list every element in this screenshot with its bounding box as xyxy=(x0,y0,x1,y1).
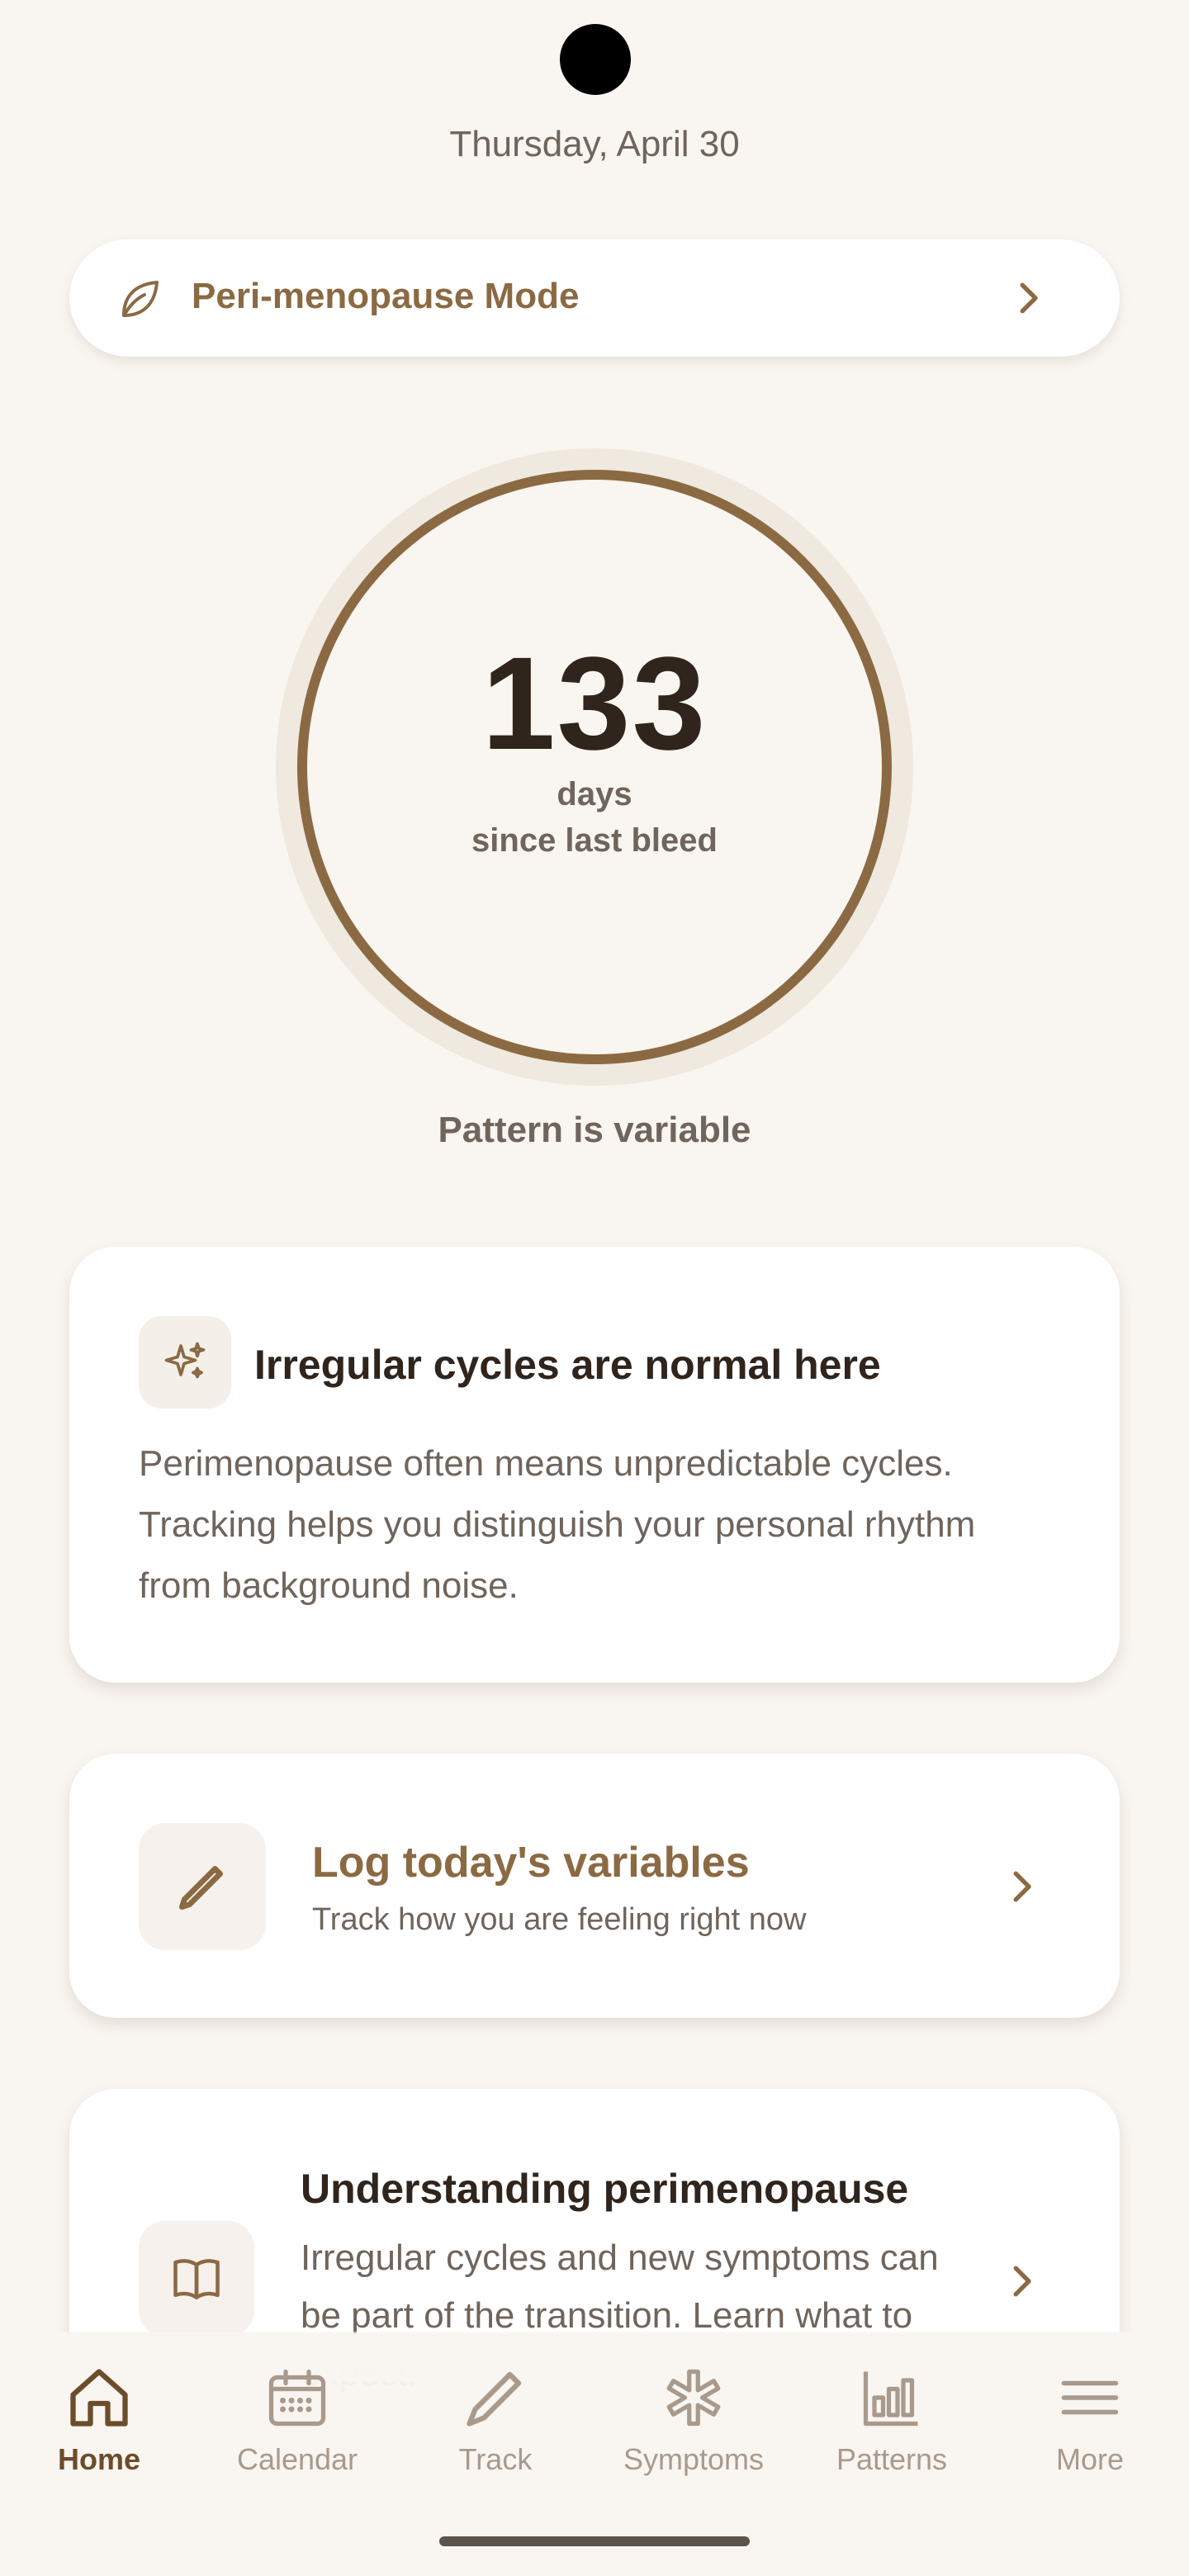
tab-symptoms-label: Symptoms xyxy=(623,2442,765,2476)
home-indicator[interactable] xyxy=(439,2536,750,2546)
tab-calendar[interactable]: Calendar xyxy=(198,2363,396,2487)
tab-patterns[interactable]: Patterns xyxy=(793,2363,991,2487)
pencil-icon-box xyxy=(139,1823,266,1950)
camera-cutout xyxy=(560,24,631,95)
tab-calendar-label: Calendar xyxy=(236,2442,358,2476)
current-date: Thursday, April 30 xyxy=(449,124,740,164)
calendar-icon xyxy=(268,2369,326,2427)
mode-label: Peri-menopause Mode xyxy=(192,276,580,316)
days-since-count: 133 xyxy=(481,629,708,777)
tab-symptoms[interactable]: Symptoms xyxy=(594,2363,793,2487)
log-card-title: Log today's variables xyxy=(312,1839,750,1887)
peri-menopause-mode-button[interactable]: Peri-menopause Mode xyxy=(69,239,1120,357)
pencil-icon xyxy=(178,1866,223,1911)
since-last-bleed-label: since last bleed xyxy=(471,822,718,859)
pencil-icon xyxy=(467,2371,522,2427)
tab-home[interactable]: Home xyxy=(0,2363,198,2487)
chevron-right-icon xyxy=(1013,1871,1031,1902)
days-label: days xyxy=(557,776,632,812)
sparkle-icon-box xyxy=(139,1316,231,1409)
chevron-right-icon xyxy=(1013,2266,1031,2297)
sparkle-icon xyxy=(164,1342,206,1379)
leaf-icon xyxy=(122,281,159,317)
log-variables-card[interactable]: Log today's variables Track how you are … xyxy=(69,1754,1120,2018)
info-card-title: Irregular cycles are normal here xyxy=(254,1342,881,1388)
bar-chart-icon xyxy=(863,2371,918,2427)
menu-icon xyxy=(1061,2380,1119,2415)
chevron-right-icon xyxy=(1020,282,1038,314)
home-icon xyxy=(70,2369,128,2427)
book-icon-box xyxy=(139,2221,254,2337)
tab-track[interactable]: Track xyxy=(396,2363,594,2487)
tab-track-label: Track xyxy=(458,2442,533,2476)
pattern-status: Pattern is variable xyxy=(438,1110,751,1150)
tab-more[interactable]: More xyxy=(991,2363,1189,2487)
asterisk-icon xyxy=(666,2369,721,2427)
book-icon xyxy=(173,2259,220,2299)
log-card-subtitle: Track how you are feeling right now xyxy=(312,1902,807,1937)
tab-patterns-label: Patterns xyxy=(836,2442,948,2476)
learn-card-title: Understanding perimenopause xyxy=(301,2166,909,2212)
tab-home-label: Home xyxy=(57,2442,141,2476)
info-card-body: Perimenopause often means unpredictable … xyxy=(139,1443,976,1606)
irregular-cycles-info-card: Irregular cycles are normal here Perimen… xyxy=(69,1247,1120,1683)
tab-more-label: More xyxy=(1055,2442,1125,2476)
